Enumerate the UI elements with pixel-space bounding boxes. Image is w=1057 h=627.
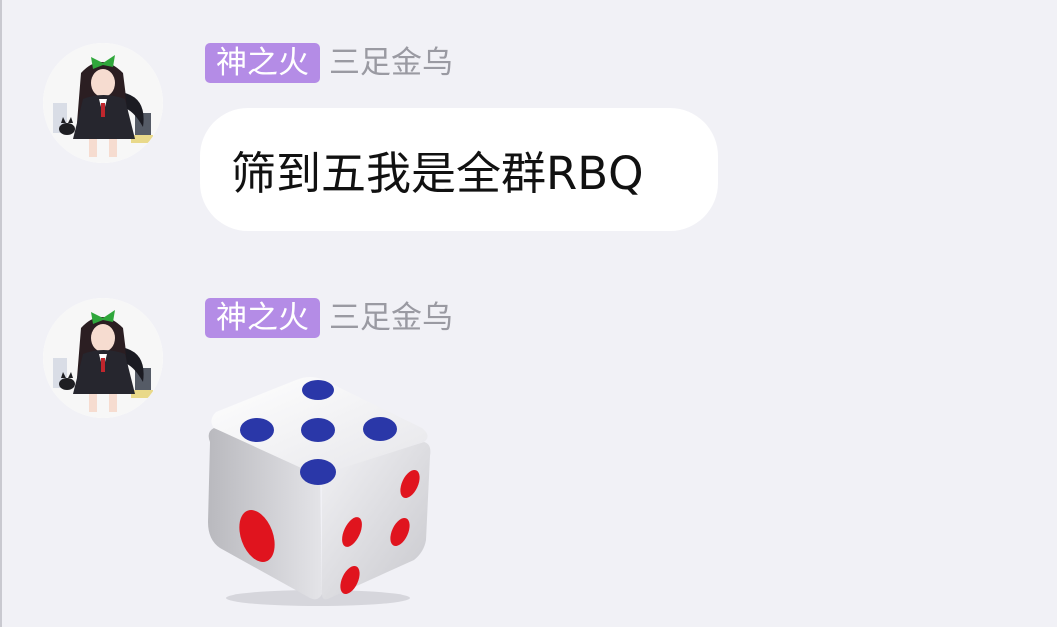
chat-message-2: 神之火 三足金乌 <box>0 0 1057 627</box>
sender-row: 神之火 三足金乌 <box>205 298 453 338</box>
dice-icon[interactable] <box>200 372 440 608</box>
member-title-badge: 神之火 <box>205 298 320 338</box>
sender-nickname[interactable]: 三足金乌 <box>329 298 453 338</box>
avatar-image <box>43 298 163 418</box>
avatar[interactable] <box>43 298 163 418</box>
